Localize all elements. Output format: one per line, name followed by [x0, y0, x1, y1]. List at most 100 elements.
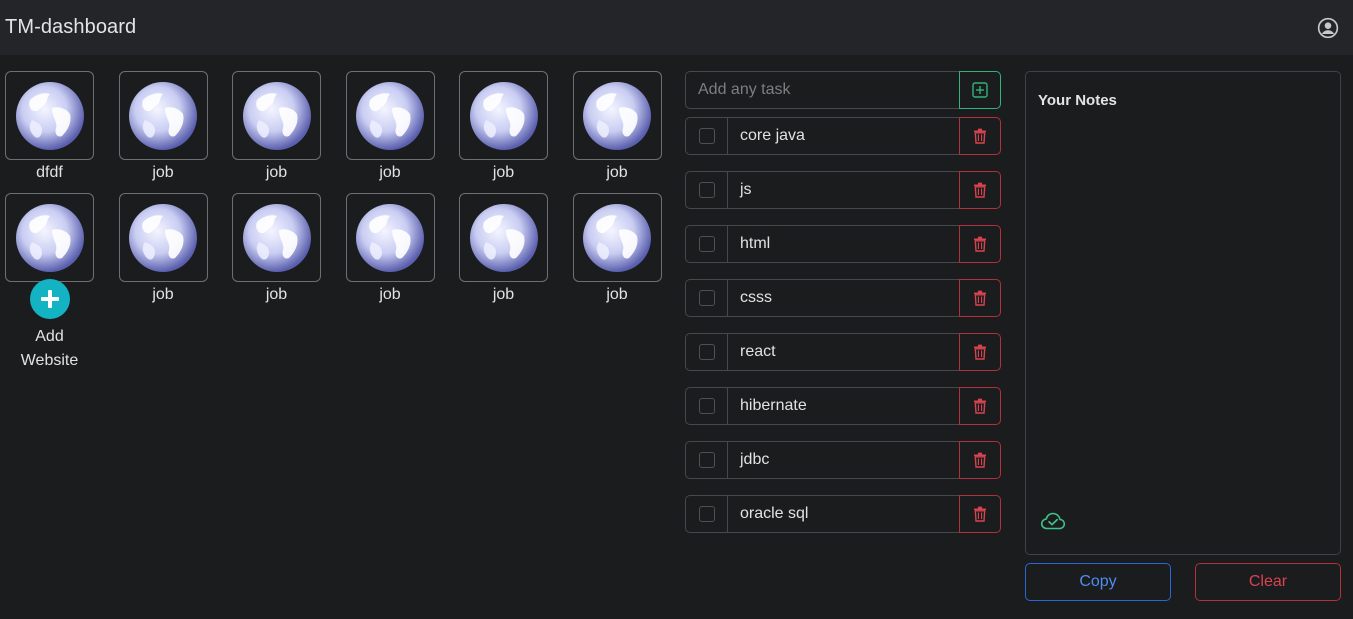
- website-label: job: [606, 286, 628, 303]
- add-website-label-line1: Add: [35, 328, 64, 345]
- website-tile[interactable]: dfdf: [5, 71, 94, 183]
- delete-task-button[interactable]: [959, 441, 1001, 479]
- task-text: hibernate: [727, 387, 959, 425]
- task-text: html: [727, 225, 959, 263]
- cloud-check-icon: [1040, 511, 1066, 536]
- notes-title: Your Notes: [1038, 92, 1117, 109]
- task-checkbox[interactable]: [698, 182, 715, 198]
- task-checkbox[interactable]: [698, 344, 715, 360]
- task-text: oracle sql: [727, 495, 959, 533]
- task-list: core java js html csss react hibernate j…: [685, 117, 1001, 533]
- task-checkbox-wrap: [685, 387, 727, 425]
- profile-button[interactable]: [1315, 15, 1341, 41]
- globe-icon[interactable]: [5, 193, 94, 282]
- task-row: react: [685, 333, 1001, 371]
- plus-square-icon: [972, 82, 988, 98]
- delete-task-button[interactable]: [959, 225, 1001, 263]
- task-checkbox[interactable]: [698, 236, 715, 252]
- website-tile[interactable]: job: [118, 193, 208, 305]
- website-tile[interactable]: job: [572, 193, 662, 305]
- website-label: job: [152, 286, 174, 303]
- globe-icon[interactable]: [459, 193, 548, 282]
- website-tile[interactable]: job: [232, 193, 321, 305]
- task-row: oracle sql: [685, 495, 1001, 533]
- task-text: csss: [727, 279, 959, 317]
- delete-task-button[interactable]: [959, 387, 1001, 425]
- globe-icon[interactable]: [232, 193, 321, 282]
- plus-icon: [29, 279, 70, 319]
- globe-icon[interactable]: [232, 71, 321, 160]
- notes-panel: Your Notes: [1025, 71, 1341, 555]
- trash-icon: [974, 506, 986, 522]
- add-task-button[interactable]: [959, 71, 1001, 109]
- globe-icon[interactable]: [459, 71, 548, 160]
- globe-icon[interactable]: [572, 193, 662, 282]
- website-tile[interactable]: job: [459, 193, 548, 305]
- add-task-row: [685, 71, 1001, 109]
- task-row: core java: [685, 117, 1001, 155]
- globe-icon[interactable]: [572, 71, 662, 160]
- notes-textarea[interactable]: [1038, 120, 1328, 504]
- task-checkbox[interactable]: [698, 290, 715, 306]
- website-label: job: [379, 286, 401, 303]
- website-tile[interactable]: job: [572, 71, 662, 183]
- website-label: job: [265, 164, 288, 181]
- task-checkbox-wrap: [685, 333, 727, 371]
- add-website-label: Add Website: [21, 325, 79, 373]
- delete-task-button[interactable]: [959, 495, 1001, 533]
- task-row: hibernate: [685, 387, 1001, 425]
- navbar: TM-dashboard: [0, 0, 1353, 55]
- add-website-button[interactable]: Add Website: [5, 279, 94, 373]
- task-checkbox-wrap: [685, 225, 727, 263]
- task-checkbox[interactable]: [698, 506, 715, 522]
- copy-notes-button[interactable]: Copy: [1025, 563, 1171, 601]
- delete-task-button[interactable]: [959, 279, 1001, 317]
- task-row: html: [685, 225, 1001, 263]
- task-text: jdbc: [727, 441, 959, 479]
- website-label: job: [152, 164, 174, 181]
- task-text: react: [727, 333, 959, 371]
- website-tile[interactable]: job: [232, 71, 321, 183]
- website-label: job: [492, 286, 515, 303]
- globe-icon[interactable]: [345, 71, 435, 160]
- website-tile[interactable]: job: [345, 71, 435, 183]
- task-checkbox[interactable]: [698, 128, 715, 144]
- task-text: core java: [727, 117, 959, 155]
- trash-icon: [974, 452, 986, 468]
- task-checkbox[interactable]: [698, 452, 715, 468]
- website-grid: dfdf job job job job job job job job job…: [5, 71, 665, 305]
- website-label: job: [606, 164, 628, 181]
- trash-icon: [974, 290, 986, 306]
- delete-task-button[interactable]: [959, 171, 1001, 209]
- task-checkbox[interactable]: [698, 398, 715, 414]
- website-label: job: [492, 164, 515, 181]
- website-tile[interactable]: job: [459, 71, 548, 183]
- app-title[interactable]: TM-dashboard: [5, 16, 136, 39]
- person-circle-icon: [1317, 17, 1339, 38]
- globe-icon[interactable]: [118, 71, 208, 160]
- task-checkbox-wrap: [685, 441, 727, 479]
- delete-task-button[interactable]: [959, 333, 1001, 371]
- task-row: js: [685, 171, 1001, 209]
- globe-icon[interactable]: [118, 193, 208, 282]
- clear-notes-button[interactable]: Clear: [1195, 563, 1341, 601]
- delete-task-button[interactable]: [959, 117, 1001, 155]
- task-text: js: [727, 171, 959, 209]
- website-label: dfdf: [36, 164, 63, 181]
- globe-icon[interactable]: [345, 193, 435, 282]
- website-label: job: [379, 164, 401, 181]
- task-checkbox-wrap: [685, 279, 727, 317]
- trash-icon: [974, 398, 986, 414]
- websites-panel: dfdf job job job job job job job job job…: [5, 71, 665, 305]
- website-tile[interactable]: job: [118, 71, 208, 183]
- task-checkbox-wrap: [685, 171, 727, 209]
- task-checkbox-wrap: [685, 117, 727, 155]
- trash-icon: [974, 128, 986, 144]
- task-row: jdbc: [685, 441, 1001, 479]
- tasks-panel: core java js html: [685, 71, 1001, 549]
- globe-icon[interactable]: [5, 71, 94, 160]
- trash-icon: [974, 182, 986, 198]
- task-input[interactable]: [685, 71, 959, 109]
- website-label: job: [265, 286, 288, 303]
- website-tile[interactable]: job: [345, 193, 435, 305]
